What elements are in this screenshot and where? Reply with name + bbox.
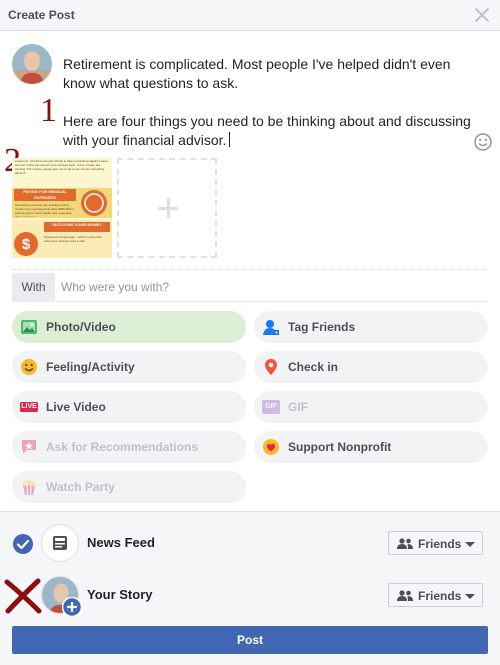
live-icon: LIVE (20, 398, 38, 416)
option-label: GIF (288, 400, 308, 414)
option-photo-video[interactable]: Photo/Video (12, 311, 246, 343)
post-paragraph-1: Retirement is complicated. Most people I… (63, 56, 451, 91)
option-tag-friends[interactable]: Tag Friends (254, 311, 488, 343)
gif-icon: GIF (262, 398, 280, 416)
post-paragraph-2: Here are four things you need to be thin… (63, 112, 473, 150)
chevron-down-icon (465, 542, 475, 547)
dialog-title: Create Post (8, 8, 75, 22)
option-check-in[interactable]: Check in (254, 351, 488, 383)
option-label: Ask for Recommendations (46, 440, 199, 454)
live-icon-text: LIVE (21, 403, 37, 410)
news-feed-label: News Feed (87, 535, 155, 550)
friends-icon (397, 538, 413, 549)
tag-friends-icon (262, 318, 280, 336)
your-story-label: Your Story (87, 587, 153, 602)
thumbnail-card1-title: PAYING FOR MEDICAL EXPENSES (14, 189, 76, 201)
news-feed-checkbox[interactable] (12, 533, 34, 555)
post-paragraph-2-text: Here are four things you need to be thin… (63, 113, 471, 148)
attached-image-thumbnail[interactable]: $ Answer is - but there are also things … (12, 158, 112, 258)
add-story-icon (61, 596, 83, 618)
news-feed-icon (41, 524, 79, 562)
option-label: Tag Friends (288, 320, 356, 334)
gif-icon-text: GIF (265, 403, 277, 410)
svg-text:$: $ (22, 236, 31, 253)
option-label: Support Nonprofit (288, 440, 392, 454)
location-pin-icon (262, 358, 280, 376)
option-feeling-activity[interactable]: Feeling/Activity (12, 351, 246, 383)
audience-label: Friends (418, 537, 462, 551)
strike-out-annotation (4, 578, 42, 614)
annotation-number-1: 1 (40, 92, 57, 129)
option-gif[interactable]: GIF GIF (254, 391, 488, 423)
recommendation-icon (20, 438, 38, 456)
option-label: Feeling/Activity (46, 360, 135, 374)
dialog-header: Create Post (0, 0, 500, 31)
option-label: Check in (288, 360, 339, 374)
popcorn-icon (20, 478, 38, 496)
thumbnail-card2-title: OUTLIVING YOUR MONEY (44, 222, 110, 232)
text-cursor (229, 132, 231, 147)
photo-icon (20, 318, 38, 336)
option-label: Photo/Video (46, 320, 116, 334)
emoji-picker-icon[interactable] (474, 133, 492, 151)
news-feed-audience-button[interactable]: Friends (388, 531, 483, 555)
option-live-video[interactable]: LIVE Live Video (12, 391, 246, 423)
option-support-nonprofit[interactable]: Support Nonprofit (254, 431, 488, 463)
avatar (12, 44, 52, 84)
divider (12, 269, 488, 270)
option-label: Live Video (46, 400, 106, 414)
tag-people-input[interactable] (55, 273, 488, 302)
tag-people-row: With (12, 273, 488, 302)
plus-icon-v (166, 198, 170, 218)
story-audience-button[interactable]: Friends (388, 583, 483, 607)
add-photo-button[interactable] (117, 158, 217, 258)
post-text-area[interactable]: Retirement is complicated. Most people I… (63, 55, 473, 169)
friends-icon (397, 590, 413, 601)
with-label: With (12, 273, 55, 302)
smiley-icon (20, 358, 38, 376)
option-label: Watch Party (46, 480, 115, 494)
option-ask-recommendations[interactable]: Ask for Recommendations (12, 431, 246, 463)
thumbnail-intro-text: Answer is - but there are also things to… (15, 159, 108, 175)
thumbnail-card2-body: People are living longer - which means t… (44, 235, 103, 243)
option-watch-party[interactable]: Watch Party (12, 471, 246, 503)
thumbnail-card1-body: According to a study, the average retire… (15, 203, 74, 217)
close-icon[interactable] (472, 5, 492, 25)
audience-label: Friends (418, 589, 462, 603)
chevron-down-icon (465, 594, 475, 599)
nonprofit-icon (262, 438, 280, 456)
post-button[interactable]: Post (12, 626, 488, 654)
